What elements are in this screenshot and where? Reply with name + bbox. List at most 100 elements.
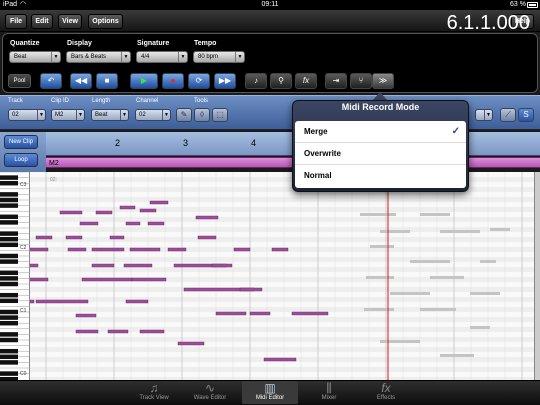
record-mode-normal[interactable]: Normal: [295, 165, 466, 187]
select-icon[interactable]: ⬚: [212, 108, 228, 122]
ghost-note: [360, 213, 396, 216]
length-label: Length: [92, 98, 111, 104]
display-select[interactable]: Bars & Beats ▼: [66, 51, 131, 63]
midi-note: [107, 329, 129, 334]
clock: 09:11: [261, 1, 279, 8]
undo-icon[interactable]: ↶: [40, 73, 62, 89]
quantize-select[interactable]: Beat ▼: [9, 51, 61, 63]
option-label: Merge: [304, 127, 328, 136]
export-icon[interactable]: ⇥: [325, 73, 347, 89]
black-key: [0, 253, 18, 259]
chevron-down-icon: ▼: [121, 52, 130, 62]
loop-button[interactable]: Loop: [4, 153, 38, 167]
tab-track-view[interactable]: ♫ Track View: [126, 381, 182, 404]
record-icon[interactable]: ●: [162, 73, 184, 89]
midi-note: [119, 205, 136, 210]
fx-icon[interactable]: fx: [295, 73, 317, 89]
quantize-value: Beat: [14, 54, 27, 60]
grid-row: [30, 282, 540, 287]
black-key: [0, 214, 18, 220]
midi-note: [131, 277, 167, 282]
grid-row: [30, 372, 540, 377]
clip-id-label: Clip ID: [51, 98, 70, 104]
options-menu-button[interactable]: Options: [88, 14, 123, 29]
status-bar: iPad ◠ 09:11 63 %: [0, 0, 540, 10]
black-key: [0, 320, 18, 326]
channel-select[interactable]: 02 ▼: [135, 109, 171, 121]
record-mode-overwrite[interactable]: Overwrite: [295, 143, 466, 165]
midi-note: [81, 277, 133, 282]
tuning-fork-icon[interactable]: ⑂: [350, 73, 372, 89]
octave-label: C1: [20, 308, 27, 314]
midi-note: [75, 313, 97, 318]
length-select[interactable]: Beat ▼: [91, 109, 129, 121]
midi-note: [27, 247, 49, 252]
black-key: [0, 298, 18, 304]
grid-row: [30, 202, 540, 207]
fast-forward-icon[interactable]: ▶▶: [214, 73, 236, 89]
midi-note: [67, 247, 87, 252]
pool-button[interactable]: Pool: [8, 74, 31, 88]
grid-row: [30, 367, 540, 372]
track-select[interactable]: 02 ▼: [8, 109, 46, 121]
tab-midi-editor[interactable]: ▥ Midi Editor: [242, 381, 298, 404]
waveform-icon: ∿: [204, 381, 216, 395]
signature-select[interactable]: 4/4 ▼: [136, 51, 188, 63]
black-key: [0, 348, 18, 354]
tab-mixer[interactable]: ⫼ Mixer: [301, 381, 357, 404]
grid-row: [30, 317, 540, 322]
track-label: Track: [8, 98, 23, 104]
new-clip-button[interactable]: New Clip: [4, 135, 38, 149]
midi-note: [91, 263, 115, 268]
grid-row: [30, 327, 540, 332]
view-menu-button[interactable]: View: [58, 14, 82, 29]
midi-record-mode-icon[interactable]: ≫: [372, 73, 394, 89]
note-grid[interactable]: 02:: [19, 172, 540, 380]
loop-icon[interactable]: ⟳: [188, 73, 210, 89]
piano-keyboard[interactable]: C3 C2 C1 C0: [0, 172, 30, 380]
ghost-note: [440, 354, 474, 357]
stop-icon[interactable]: ■: [96, 73, 118, 89]
midi-note: [95, 210, 113, 215]
play-icon[interactable]: ▶: [130, 73, 158, 89]
piano-keys[interactable]: C3 C2 C1 C0: [0, 172, 30, 380]
note-grid-canvas[interactable]: 02:: [19, 172, 540, 380]
midi-note: [233, 247, 251, 252]
grid-row: [30, 237, 540, 242]
tab-label: Midi Editor: [255, 395, 285, 401]
black-key: [0, 337, 18, 343]
grid-row: [30, 267, 540, 272]
file-menu-button[interactable]: File: [5, 14, 27, 29]
tab-label: Mixer: [321, 395, 337, 401]
black-key: [0, 332, 18, 337]
tab-effects[interactable]: fx Effects: [358, 381, 414, 404]
grid-row: [30, 297, 540, 302]
edit-menu-button[interactable]: Edit: [31, 14, 53, 29]
midi-note: [125, 221, 141, 226]
battery-percent: 63 %: [510, 1, 526, 8]
chevron-down-icon: ▼: [235, 52, 244, 62]
rewind-icon[interactable]: ◀◀: [70, 73, 92, 89]
record-mode-merge[interactable]: Merge ✓: [295, 121, 466, 143]
black-key: [0, 220, 18, 225]
tempo-select[interactable]: 80 bpm ▼: [193, 51, 245, 63]
search-icon[interactable]: ⚲: [270, 73, 292, 89]
piano-roll[interactable]: C3 C2 C1 C0 02:: [0, 172, 540, 380]
ghost-note: [380, 230, 410, 233]
chevron-down-icon: ▼: [162, 110, 170, 120]
pencil-icon[interactable]: ✎: [176, 108, 192, 122]
midi-note: [195, 215, 219, 220]
chevron-down-icon: ▼: [484, 110, 492, 120]
more-select[interactable]: ▼: [475, 109, 493, 121]
tab-wave-editor[interactable]: ∿ Wave Editor: [182, 381, 238, 404]
tool-icon[interactable]: ⟋: [500, 108, 516, 122]
snap-icon[interactable]: S: [518, 108, 534, 122]
chevron-down-icon: ▼: [37, 110, 45, 120]
clip-id-select[interactable]: M2 ▼: [51, 109, 85, 121]
metronome-icon[interactable]: ♪: [245, 73, 267, 89]
vertical-scrollbar[interactable]: [534, 172, 540, 380]
midi-note: [271, 247, 289, 252]
eraser-icon[interactable]: ◊: [194, 108, 210, 122]
clip-name: M2: [49, 160, 59, 167]
octave-label: C2: [20, 245, 27, 251]
